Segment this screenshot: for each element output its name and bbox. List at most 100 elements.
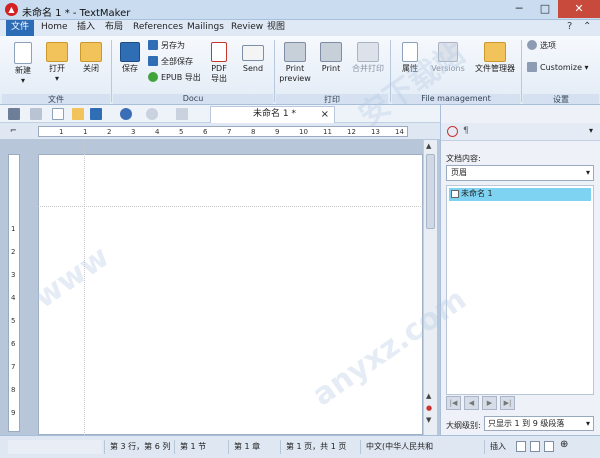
menu-view[interactable]: 视图	[262, 20, 290, 36]
open-folder-small-icon[interactable]	[72, 108, 84, 120]
new-button[interactable]: 新建 ▾	[8, 42, 38, 86]
versions-button[interactable]: Versions	[430, 42, 466, 74]
maximize-button[interactable]: □	[532, 0, 558, 18]
close-window-button[interactable]: ✕	[558, 0, 600, 18]
previous-item-icon[interactable]: ◀	[464, 396, 479, 410]
status-insert-mode[interactable]: 插入	[484, 440, 511, 454]
document-tab[interactable]: 未命名 1 * ×	[210, 106, 335, 123]
close-label: 关闭	[83, 64, 99, 73]
menu-file[interactable]: 文件	[6, 20, 35, 36]
merge-print-button[interactable]: 合并打印	[350, 42, 386, 74]
menu-insert[interactable]: 插入	[72, 20, 100, 36]
properties-label: 属性	[402, 64, 418, 73]
menu-mailings[interactable]: Mailings	[182, 20, 229, 36]
pdf-icon	[211, 42, 227, 62]
view-normal-icon[interactable]	[516, 441, 526, 452]
help-icon[interactable]: ?	[567, 21, 572, 32]
options-button[interactable]: 选项	[527, 40, 556, 52]
horizontal-ruler[interactable]: 1 1 2 3 4 5 6 7 8 9 10 11 12 13 14	[38, 126, 408, 137]
document-content-label: 文档内容:	[446, 154, 481, 163]
open-button[interactable]: 打开 ▾	[42, 42, 72, 84]
pdf-export-button[interactable]: PDF 导出	[205, 42, 233, 84]
vertical-ruler-tick-label: 9	[11, 409, 16, 417]
undo-icon[interactable]	[120, 108, 132, 120]
save-as-button[interactable]: 另存为	[148, 40, 185, 52]
tab-scroll-icon[interactable]	[176, 108, 188, 120]
versions-icon	[438, 42, 458, 62]
vertical-ruler-tick-label: 7	[11, 363, 16, 371]
file-management-group-label: File management	[392, 94, 520, 104]
redo-icon[interactable]	[146, 108, 158, 120]
navigator-icon[interactable]	[447, 126, 458, 137]
chevron-down-icon: ▾	[585, 419, 590, 428]
outline-item-checkbox[interactable]	[451, 190, 459, 198]
ruler-tick-label: 8	[251, 128, 256, 136]
view-outline-icon[interactable]	[544, 441, 554, 452]
scroll-up-page-icon[interactable]: ▲	[426, 392, 431, 400]
browse-object-icon[interactable]: ●	[426, 404, 432, 412]
customize-button[interactable]: Customize ▾	[527, 62, 589, 74]
ribbon-collapse-icon[interactable]: ⌃	[583, 21, 591, 32]
scroll-up-arrow-icon[interactable]: ▲	[426, 142, 431, 150]
pilcrow-icon[interactable]: ¶	[463, 126, 469, 136]
outline-level-label: 大纲级别:	[446, 421, 481, 430]
scrollbar-thumb[interactable]	[426, 154, 435, 229]
content-type-select[interactable]: 页眉 ▾	[446, 165, 594, 181]
save-small-icon[interactable]	[90, 108, 102, 120]
file-manager-button[interactable]: 文件管理器	[472, 42, 518, 74]
document-tab-title: 未命名 1 *	[253, 109, 296, 119]
close-tab-icon[interactable]: ×	[321, 107, 329, 122]
zoom-icon[interactable]: ⊕	[560, 439, 568, 450]
menu-layout[interactable]: 布局	[100, 20, 128, 36]
save-label: 保存	[122, 64, 138, 73]
first-item-icon[interactable]: |◀	[446, 396, 461, 410]
epub-export-button[interactable]: EPUB 导出	[148, 72, 201, 84]
outline-level-select[interactable]: 只显示 1 到 9 级段落 ▾	[484, 416, 594, 431]
minimize-button[interactable]: ─	[506, 0, 532, 18]
print-preview-button[interactable]: Print preview	[278, 42, 312, 84]
ribbon-separator	[521, 40, 522, 102]
window-title: 未命名 1 * - TextMaker	[22, 8, 131, 19]
view-page-icon[interactable]	[530, 441, 540, 452]
horizontal-ruler-bar: ⌐ 1 1 2 3 4 5 6 7 8 9 10 11 12 13 14	[0, 123, 440, 140]
ruler-tick-label: 14	[395, 128, 404, 136]
hand-tool-icon[interactable]	[30, 108, 42, 120]
customize-icon	[527, 62, 537, 72]
options-label: 选项	[540, 41, 556, 50]
print-button[interactable]: Print	[316, 42, 346, 74]
gear-icon	[527, 40, 537, 50]
margin-guide-vertical	[84, 140, 85, 435]
tab-stop-selector-icon[interactable]: ⌐	[10, 126, 17, 135]
close-document-button[interactable]: 关闭	[76, 42, 106, 74]
next-item-icon[interactable]: ▶	[482, 396, 497, 410]
outline-item-label: 未命名 1	[461, 189, 493, 198]
margin-guide-horizontal	[38, 206, 423, 207]
menu-references[interactable]: References	[128, 20, 188, 36]
outline-list: 未命名 1	[446, 185, 594, 395]
save-as-icon	[148, 40, 158, 50]
new-document-small-icon[interactable]	[52, 108, 64, 120]
properties-button[interactable]: 属性	[396, 42, 424, 74]
save-button[interactable]: 保存	[115, 42, 145, 74]
outline-item[interactable]: 未命名 1	[449, 188, 591, 201]
document-page[interactable]	[38, 154, 423, 435]
scroll-down-arrow-icon[interactable]: ▼	[426, 416, 431, 424]
vertical-ruler[interactable]: 1 2 3 4 5 6 7 8 9	[8, 154, 20, 432]
ruler-tick-label: 4	[155, 128, 160, 136]
document-group-label: Docu	[113, 94, 273, 104]
send-button[interactable]: Send	[238, 42, 268, 74]
save-all-label: 全部保存	[161, 57, 193, 66]
menu-home[interactable]: Home	[36, 20, 73, 36]
vertical-scrollbar[interactable]: ▲ ▲ ● ▼	[423, 140, 437, 435]
menu-toggle-icon[interactable]	[8, 108, 20, 120]
last-item-icon[interactable]: ▶|	[500, 396, 515, 410]
status-bar: 第 3 行，第 6 列 第 1 节 第 1 章 第 1 页，共 1 页 中文(中…	[0, 435, 600, 458]
new-label: 新建	[15, 66, 31, 75]
save-all-button[interactable]: 全部保存	[148, 56, 193, 68]
textmaker-app-icon[interactable]: ▲	[5, 3, 18, 16]
chevron-down-icon: ▾	[585, 168, 590, 177]
content-type-value: 页眉	[451, 168, 467, 177]
status-language[interactable]: 中文(中华人民共和	[360, 440, 438, 454]
file-manager-folder-icon	[484, 42, 506, 62]
panel-menu-chevron-icon[interactable]: ▾	[589, 126, 593, 135]
